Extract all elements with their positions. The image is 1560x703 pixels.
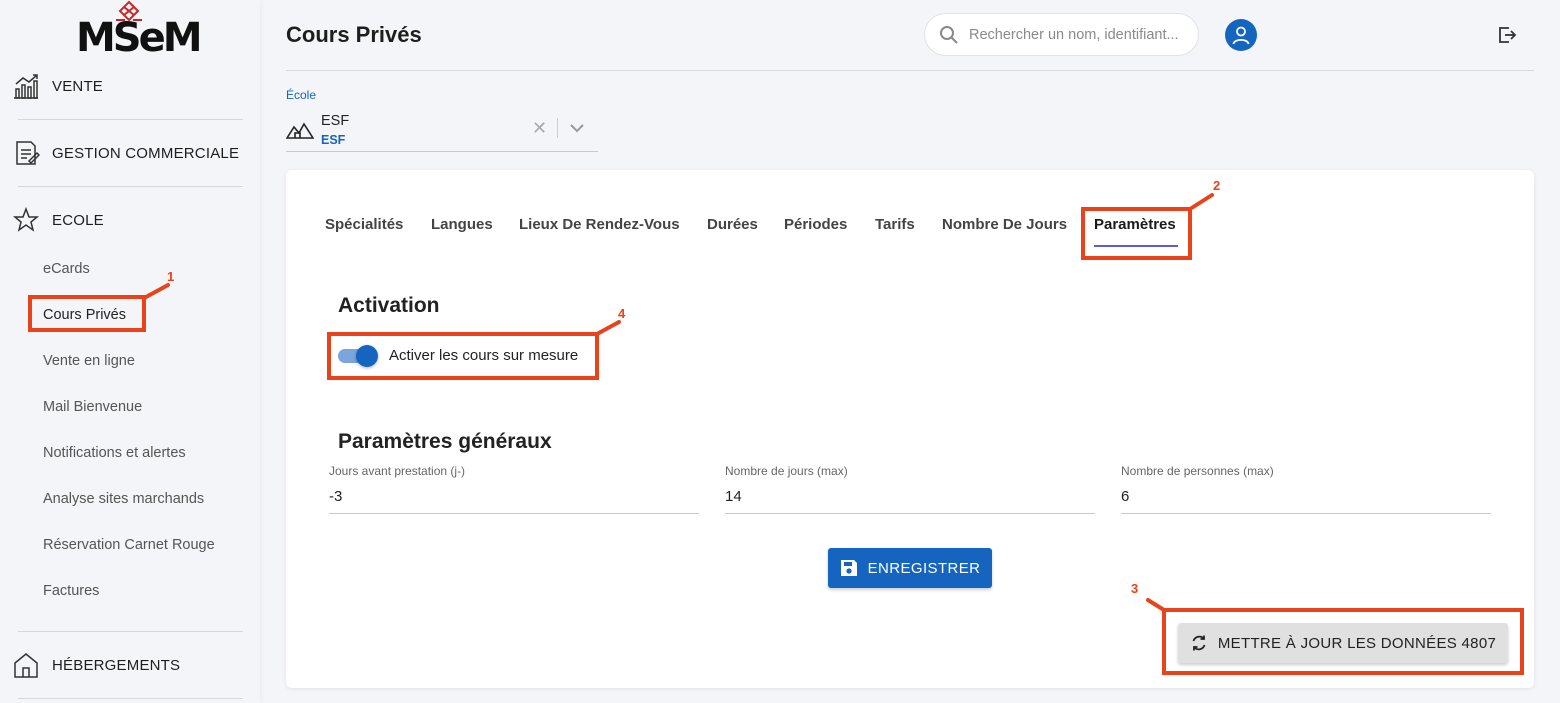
divider (18, 119, 243, 120)
tab-nombre-de-jours[interactable]: Nombre De Jours (942, 216, 1067, 233)
search-input[interactable] (969, 26, 1189, 43)
annotation-number-4: 4 (618, 306, 626, 321)
floppy-disk-icon (840, 560, 857, 576)
save-button[interactable]: ENREGISTRER (828, 548, 992, 588)
header-divider (286, 70, 1534, 71)
nav-section-label: HÉBERGEMENTS (52, 656, 181, 674)
activation-title: Activation (338, 294, 440, 317)
annotation-box-1 (28, 295, 146, 332)
annotation-box-2 (1081, 207, 1192, 260)
divider (18, 698, 243, 699)
nav-section-label: GESTION COMMERCIALE (52, 144, 240, 162)
nav-section-label: VENTE (52, 77, 104, 95)
tab-tarifs[interactable]: Tarifs (875, 216, 915, 233)
tab-specialites[interactable]: Spécialités (325, 216, 403, 233)
save-button-label: ENREGISTRER (867, 559, 981, 577)
tab-lieux-de-rendez-vous[interactable]: Lieux De Rendez-Vous (519, 216, 680, 233)
sidebar-item-reservation-carnet-rouge[interactable]: Réservation Carnet Rouge (43, 537, 215, 553)
sidebar: MSeM VENTE GESTION COMMERCIALE ECOLE eCa… (0, 0, 260, 703)
star-icon (12, 206, 40, 232)
search-bar[interactable] (924, 13, 1199, 56)
max-days-field[interactable]: Nombre de jours (max) (725, 464, 1095, 514)
page-title: Cours Privés (286, 22, 422, 47)
nav-section-label: ECOLE (52, 211, 104, 229)
school-code: ESF (321, 133, 346, 147)
annotation-box-4 (327, 332, 599, 380)
max-persons-input[interactable] (1121, 488, 1481, 505)
search-icon (940, 25, 958, 44)
annotation-number-1: 1 (167, 269, 175, 284)
tab-periodes[interactable]: Périodes (784, 216, 847, 233)
nav-section-gestion-commerciale[interactable]: GESTION COMMERCIALE (12, 137, 239, 169)
field-label: Nombre de jours (max) (725, 464, 848, 478)
logo-text: MSeM (76, 15, 203, 61)
sidebar-item-factures[interactable]: Factures (43, 583, 99, 599)
sidebar-item-mail-bienvenue[interactable]: Mail Bienvenue (43, 399, 142, 415)
annotation-box-3 (1162, 608, 1524, 675)
school-name: ESF (321, 113, 350, 129)
annotation-number-3: 3 (1131, 581, 1139, 596)
general-settings-title: Paramètres généraux (338, 430, 552, 453)
document-edit-icon (16, 141, 40, 165)
annotation-number-2: 2 (1213, 178, 1221, 193)
tab-langues[interactable]: Langues (431, 216, 493, 233)
max-persons-field[interactable]: Nombre de personnes (max) (1121, 464, 1491, 514)
sidebar-item-vente-en-ligne[interactable]: Vente en ligne (43, 353, 135, 369)
field-label: Nombre de personnes (max) (1121, 464, 1274, 478)
school-select[interactable]: ESF ESF ✕ (286, 108, 598, 152)
chart-bars-icon (14, 74, 38, 99)
chevron-down-icon[interactable] (569, 120, 585, 136)
msem-logo[interactable]: MSeM (76, 0, 203, 60)
sidebar-item-notifications[interactable]: Notifications et alertes (43, 445, 186, 461)
logout-icon[interactable] (1497, 25, 1517, 45)
sidebar-item-ecards[interactable]: eCards (43, 261, 90, 277)
house-icon (14, 653, 38, 678)
mountain-house-icon (286, 122, 314, 139)
max-days-input[interactable] (725, 488, 1085, 505)
divider (18, 186, 243, 187)
days-before-input[interactable] (329, 488, 689, 505)
tab-durees[interactable]: Durées (707, 216, 758, 233)
nav-section-vente[interactable]: VENTE (12, 70, 103, 102)
close-icon[interactable]: ✕ (532, 118, 547, 139)
select-separator (557, 118, 558, 138)
user-avatar[interactable] (1225, 19, 1257, 51)
divider (18, 631, 243, 632)
user-icon (1232, 26, 1250, 45)
school-field-label: École (286, 88, 317, 102)
nav-section-ecole[interactable]: ECOLE (12, 204, 104, 236)
nav-section-hebergements[interactable]: HÉBERGEMENTS (12, 649, 180, 681)
sidebar-item-analyse-sites[interactable]: Analyse sites marchands (43, 491, 204, 507)
field-label: Jours avant prestation (j-) (329, 464, 466, 478)
days-before-field[interactable]: Jours avant prestation (j-) (329, 464, 699, 514)
